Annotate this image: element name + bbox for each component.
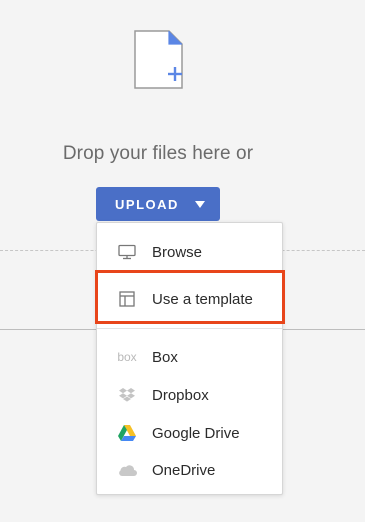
menu-item-label: Use a template xyxy=(152,290,253,308)
template-icon xyxy=(116,288,138,310)
upload-menu: Browse Use a template box Box Dropbox Go… xyxy=(96,222,283,495)
monitor-icon xyxy=(116,241,138,263)
menu-item-label: Browse xyxy=(152,243,203,261)
menu-item-browse[interactable]: Browse xyxy=(97,234,282,270)
menu-item-label: Dropbox xyxy=(152,386,209,404)
google-drive-icon xyxy=(116,422,138,444)
upload-button[interactable]: UPLOAD xyxy=(96,187,220,221)
box-icon: box xyxy=(117,350,137,364)
caret-down-icon xyxy=(194,201,205,208)
menu-item-onedrive[interactable]: OneDrive xyxy=(97,452,282,488)
menu-item-use-template[interactable]: Use a template xyxy=(97,281,282,317)
dropbox-icon xyxy=(116,384,138,406)
drop-files-text: Drop your files here or xyxy=(62,143,254,164)
menu-item-google-drive[interactable]: Google Drive xyxy=(97,415,282,451)
menu-divider xyxy=(97,328,282,329)
file-plus-icon xyxy=(134,30,183,89)
upload-button-label: UPLOAD xyxy=(115,196,179,212)
menu-item-box[interactable]: box Box xyxy=(97,339,282,375)
menu-item-label: OneDrive xyxy=(152,461,216,479)
menu-item-dropbox[interactable]: Dropbox xyxy=(97,377,282,413)
menu-item-label: Google Drive xyxy=(152,424,240,442)
onedrive-icon xyxy=(116,459,138,481)
menu-item-label: Box xyxy=(152,348,178,366)
